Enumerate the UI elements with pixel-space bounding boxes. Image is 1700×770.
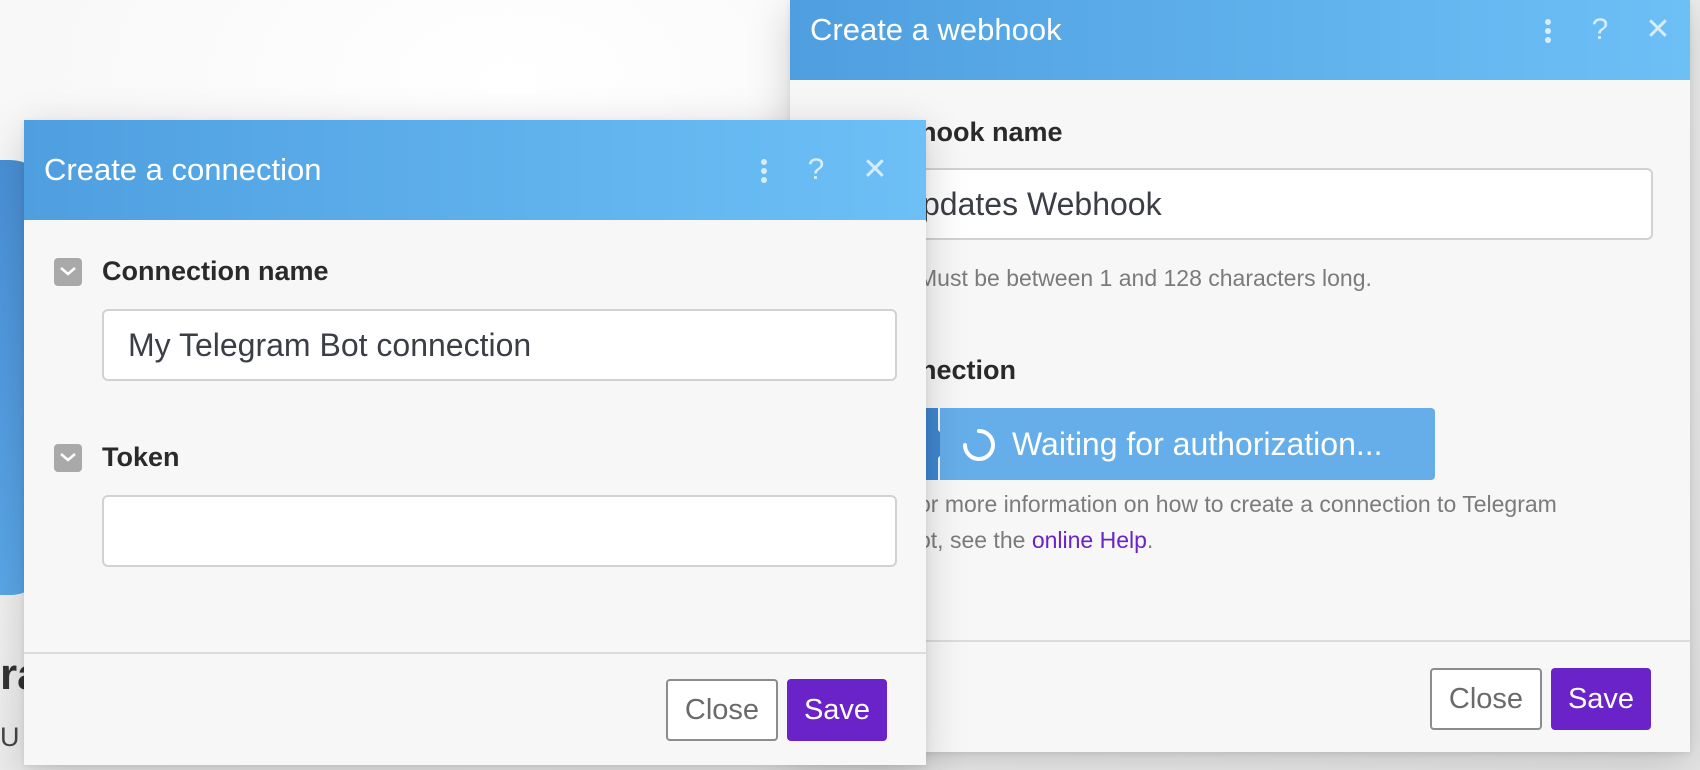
close-icon[interactable]: ✕ [855,120,895,220]
more-vertical-icon[interactable] [1528,0,1568,60]
webhook-dialog-header: Create a webhook ? ✕ [790,0,1690,80]
waiting-authorization-label: Waiting for authorization... [1012,426,1383,462]
connection-info: or more information on how to create a c… [918,486,1658,558]
token-collapse-toggle[interactable] [54,444,82,472]
waiting-authorization-button[interactable]: Waiting for authorization... [940,408,1435,480]
help-icon[interactable]: ? [796,120,836,220]
connection-name-collapse-toggle[interactable] [54,258,82,286]
webhook-dialog-title: Create a webhook [810,12,1062,47]
webhook-name-hint: Must be between 1 and 128 characters lon… [918,265,1372,291]
connection-info-line2: ot, see the online Help. [918,522,1658,558]
connection-info-prefix: ot, see the [918,527,1032,553]
webhook-close-button[interactable]: Close [1430,668,1542,730]
connection-label: nection [920,355,1017,385]
webhook-name-input[interactable]: pdates Webhook [860,168,1653,240]
connection-name-label: Connection name [102,256,329,286]
more-vertical-icon[interactable] [744,120,784,220]
connection-close-button[interactable]: Close [666,679,778,741]
spinner-icon [963,429,995,461]
token-input[interactable] [102,495,897,567]
close-icon[interactable]: ✕ [1638,0,1678,60]
chevron-down-icon [60,267,76,276]
token-label: Token [102,442,180,472]
connection-info-line1: or more information on how to create a c… [918,491,1557,517]
online-help-link[interactable]: online Help [1032,527,1147,553]
webhook-save-button[interactable]: Save [1551,668,1651,730]
webhook-name-label: hook name [920,117,1063,147]
connection-control: Waiting for authorization... [920,408,1440,480]
background-subtitle: U [0,722,20,752]
connection-dialog: Create a connection ? ✕ Connection name … [24,120,926,765]
connection-save-button[interactable]: Save [787,679,887,741]
chevron-down-icon [60,453,76,462]
connection-dialog-header: Create a connection ? ✕ [24,120,926,220]
help-icon[interactable]: ? [1580,0,1620,60]
connection-dialog-title: Create a connection [44,152,322,187]
connection-dialog-footer-divider [24,652,926,654]
connection-info-suffix: . [1146,527,1154,553]
connection-name-input[interactable]: My Telegram Bot connection [102,309,897,381]
